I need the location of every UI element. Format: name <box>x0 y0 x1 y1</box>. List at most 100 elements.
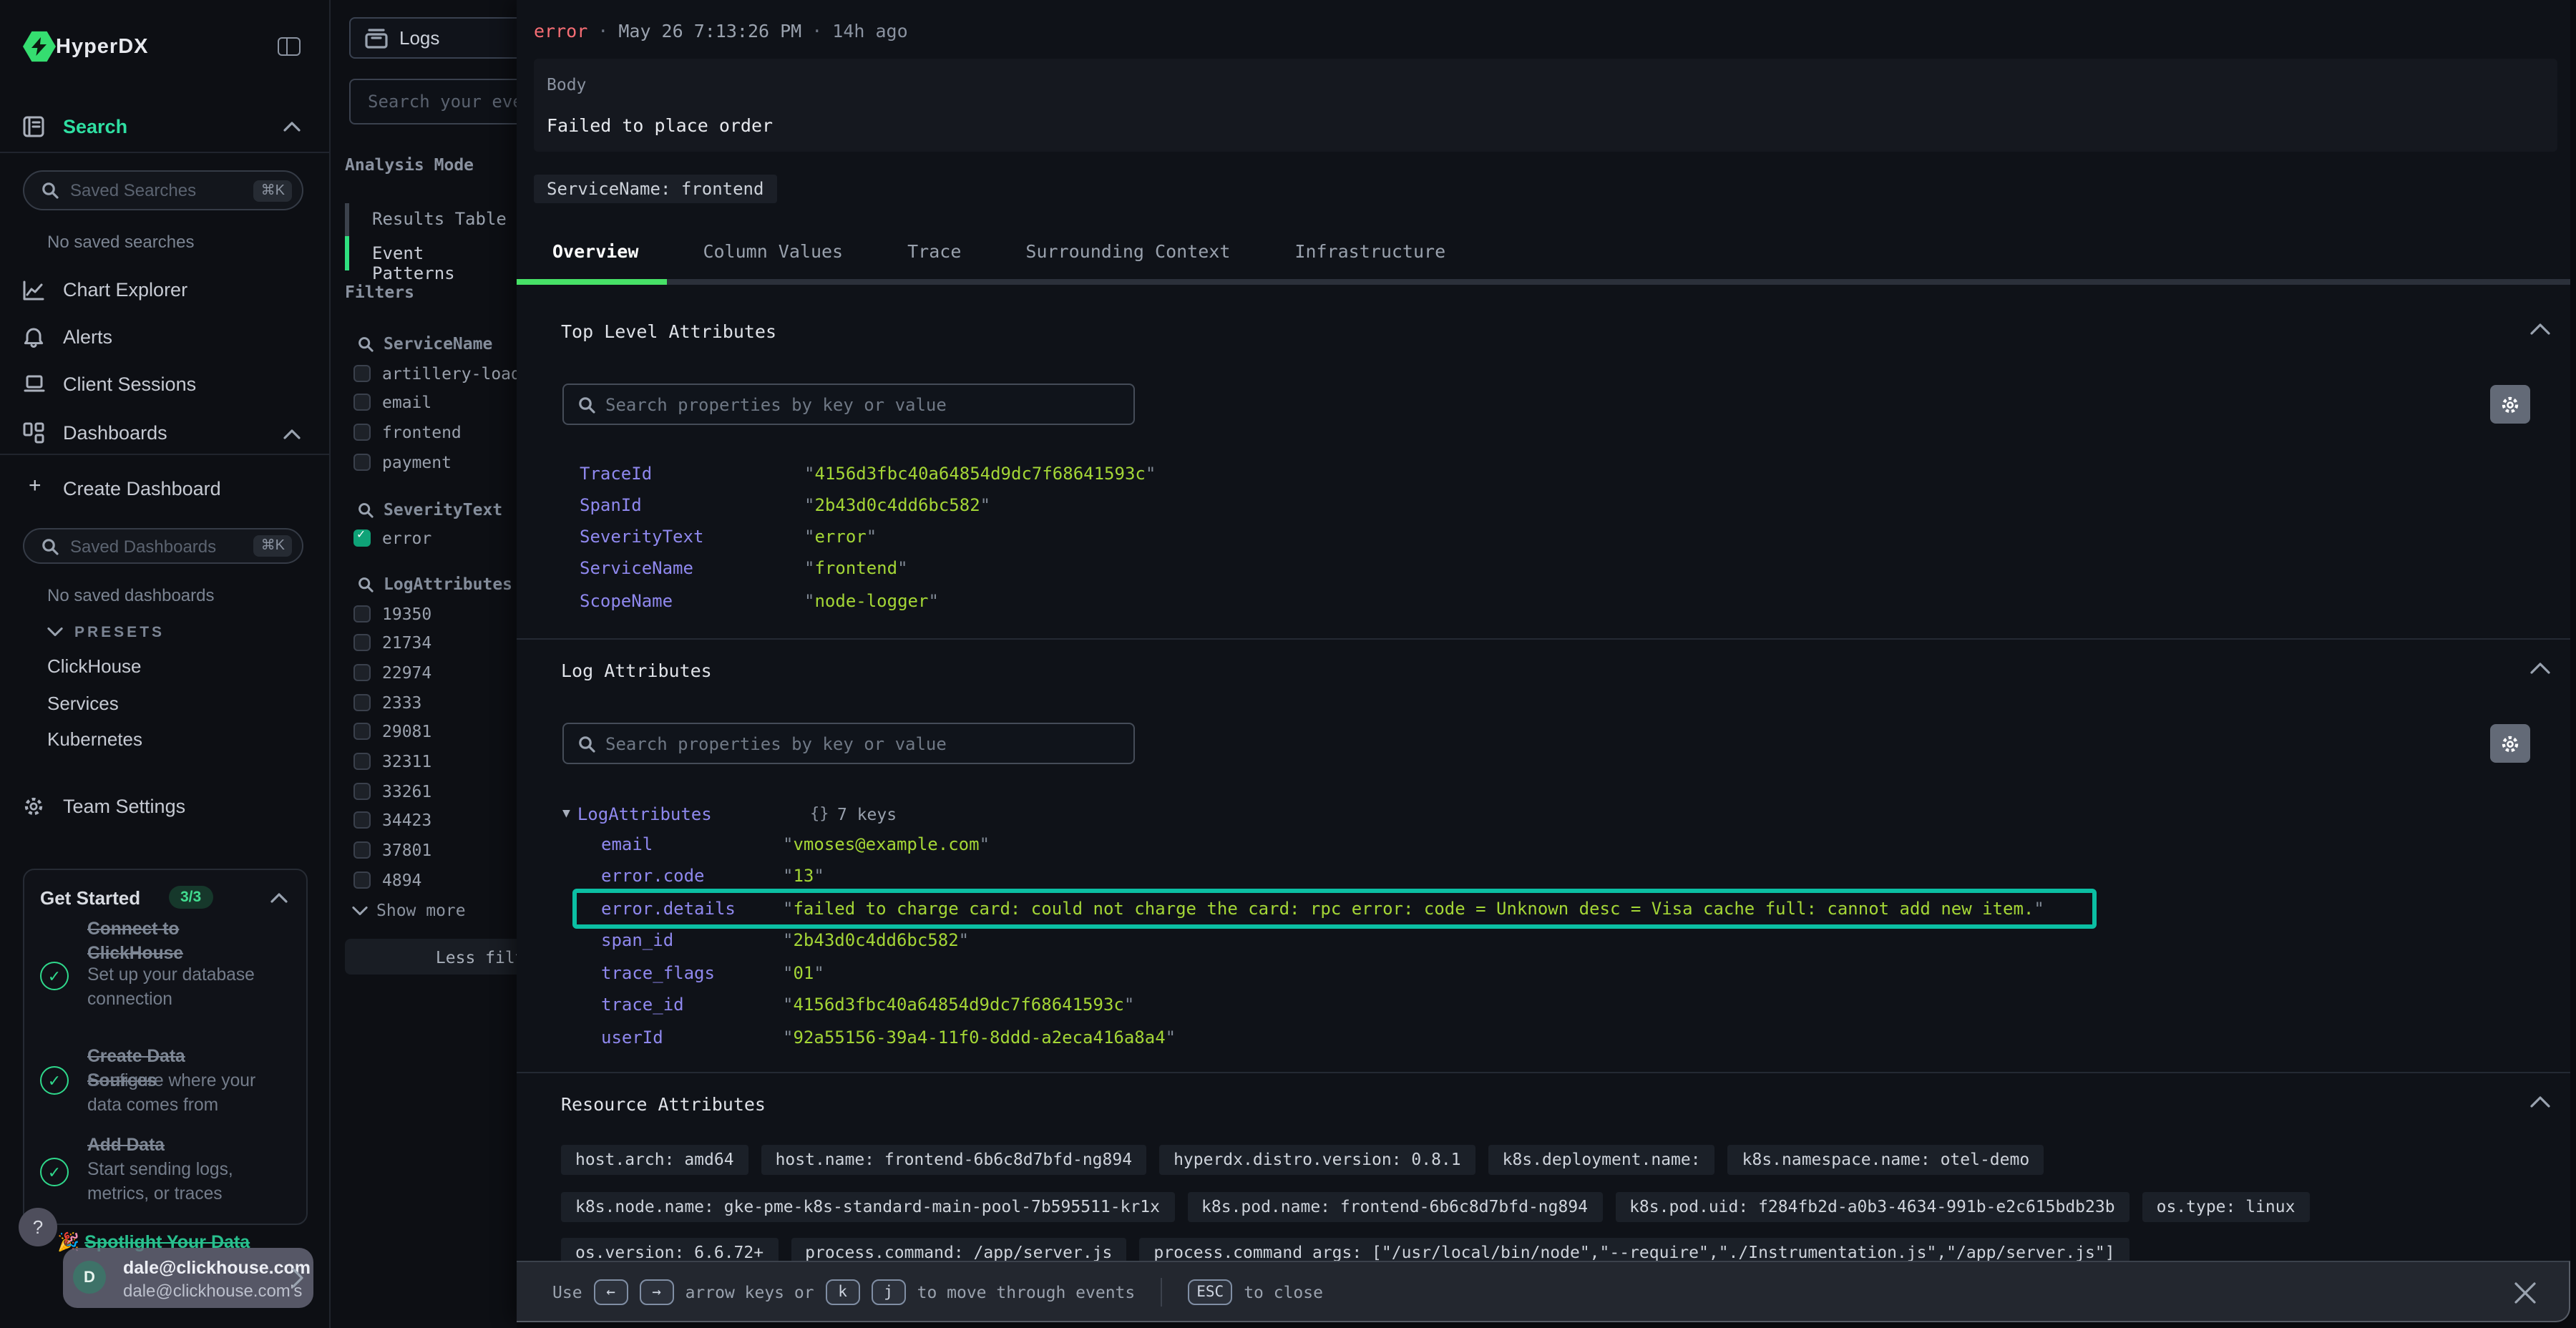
root-key[interactable]: LogAttributes <box>577 804 712 824</box>
collapse-triangle-icon[interactable]: ▼ <box>562 806 570 821</box>
attribute-row[interactable]: trace_id "4156d3fbc40a64854d9dc7f6864159… <box>574 992 2556 1017</box>
attribute-value[interactable]: "node-logger" <box>804 590 939 610</box>
k-key[interactable]: k <box>826 1279 860 1304</box>
attribute-key[interactable]: ScopeName <box>574 590 804 610</box>
checkbox[interactable] <box>353 871 371 888</box>
checkbox[interactable] <box>353 364 371 381</box>
sidebar-item-chart-explorer[interactable]: Chart Explorer <box>0 278 329 302</box>
attribute-key[interactable]: SpanId <box>574 495 804 515</box>
checkbox[interactable] <box>353 693 371 711</box>
service-name-chip[interactable]: ServiceName: frontend <box>534 175 776 203</box>
resource-attribute-chip[interactable]: host.arch: amd64 <box>561 1145 748 1175</box>
attribute-key[interactable]: TraceId <box>574 464 804 484</box>
sidebar-item-alerts[interactable]: Alerts <box>0 325 329 349</box>
attribute-row[interactable]: ScopeName "node-logger" <box>574 588 2556 613</box>
search-icon[interactable] <box>358 336 374 351</box>
attribute-value[interactable]: "failed to charge card: could not charge… <box>783 899 2044 919</box>
attribute-row[interactable]: trace_flags "01" <box>574 960 2556 985</box>
collapse-section-chevron-icon[interactable] <box>2529 322 2552 336</box>
collapse-section-chevron-icon[interactable] <box>2529 1095 2552 1109</box>
attribute-key[interactable]: email <box>574 834 783 854</box>
filter-option[interactable]: 37801 <box>353 839 431 861</box>
attribute-key[interactable]: span_id <box>574 931 783 951</box>
attribute-row[interactable]: email "vmoses@example.com" <box>574 831 2556 856</box>
checkbox[interactable] <box>353 664 371 681</box>
checkbox[interactable] <box>353 634 371 651</box>
search-icon[interactable] <box>358 576 374 592</box>
filter-option[interactable]: 2333 <box>353 691 431 713</box>
filter-option[interactable]: artillery-loadgen <box>353 362 517 384</box>
create-dashboard-button[interactable]: + Create Dashboard <box>0 477 329 501</box>
attribute-value[interactable]: "4156d3fbc40a64854d9dc7f68641593c" <box>804 464 1156 484</box>
tab[interactable]: Column Values <box>703 240 843 262</box>
saved-dashboards-input[interactable]: Saved Dashboards ⌘K <box>23 528 303 564</box>
preset-dashboard-item[interactable]: Services <box>47 692 142 713</box>
attribute-value[interactable]: "01" <box>783 963 824 983</box>
search-icon[interactable] <box>358 502 374 517</box>
attribute-key[interactable]: trace_id <box>574 995 783 1015</box>
top-level-settings-button[interactable] <box>2490 385 2530 424</box>
show-more-button[interactable]: Show more <box>352 900 466 920</box>
j-key[interactable]: j <box>872 1279 906 1304</box>
collapse-section-chevron-icon[interactable] <box>2529 661 2552 675</box>
presets-toggle[interactable]: PRESETS <box>0 621 329 643</box>
sidebar-item-team-settings[interactable]: Team Settings <box>0 794 329 819</box>
filter-option[interactable]: 33261 <box>353 780 431 801</box>
attribute-row[interactable]: ServiceName "frontend" <box>574 556 2556 581</box>
less-filters-button[interactable]: Less filters <box>345 939 517 975</box>
user-account-button[interactable]: D dale@clickhouse.com dale@clickhouse.co… <box>63 1248 313 1308</box>
mode-results-table[interactable]: Results Table <box>372 209 507 229</box>
attribute-row[interactable]: userId "92a55156-39a4-11f0-8ddd-a2eca416… <box>574 1025 2556 1050</box>
checkbox[interactable] <box>353 424 371 441</box>
chevron-up-icon[interactable] <box>270 893 288 903</box>
attribute-row[interactable]: SpanId "2b43d0c4dd6bc582" <box>574 492 2556 517</box>
filter-option[interactable]: 34423 <box>353 810 431 831</box>
esc-key[interactable]: ESC <box>1188 1279 1232 1304</box>
checkbox[interactable] <box>353 753 371 770</box>
sidebar-item-dashboards[interactable]: Dashboards <box>0 421 329 445</box>
checkbox[interactable] <box>353 782 371 799</box>
mode-event-patterns[interactable]: Event Patterns <box>372 243 517 283</box>
checkbox[interactable] <box>353 723 371 741</box>
arrow-right-key[interactable]: → <box>640 1279 674 1304</box>
attribute-value[interactable]: "2b43d0c4dd6bc582" <box>804 495 990 515</box>
event-search-input[interactable] <box>351 80 517 123</box>
filter-option[interactable]: error <box>353 527 431 548</box>
checkbox[interactable] <box>353 841 371 859</box>
logattributes-root-row[interactable]: ▼ LogAttributes {} 7 keys <box>562 801 712 826</box>
source-select-button[interactable]: Logs <box>349 17 517 59</box>
log-attributes-search-input[interactable] <box>605 733 1133 753</box>
sidebar-item-search[interactable]: Search <box>0 113 329 139</box>
log-attributes-settings-button[interactable] <box>2490 724 2530 763</box>
filter-option[interactable]: payment <box>353 451 517 472</box>
resource-attribute-chip[interactable]: hyperdx.distro.version: 0.8.1 <box>1159 1145 1475 1175</box>
checkbox[interactable] <box>353 529 371 546</box>
resource-attribute-chip[interactable]: k8s.pod.uid: f284fb2d-a0b3-4634-991b-e2c… <box>1615 1192 2129 1222</box>
resource-attribute-chip[interactable]: k8s.deployment.name: <box>1488 1145 1715 1175</box>
sidebar-item-client-sessions[interactable]: Client Sessions <box>0 372 329 396</box>
filter-option[interactable]: 22974 <box>353 662 431 683</box>
attribute-value[interactable]: "4156d3fbc40a64854d9dc7f68641593c" <box>783 995 1134 1015</box>
attribute-value[interactable]: "frontend" <box>804 559 908 579</box>
preset-dashboard-item[interactable]: Kubernetes <box>47 728 142 750</box>
attribute-value[interactable]: "error" <box>804 527 877 547</box>
attribute-value[interactable]: "13" <box>783 866 824 887</box>
checkbox[interactable] <box>353 812 371 829</box>
attribute-value[interactable]: "92a55156-39a4-11f0-8ddd-a2eca416a8a4" <box>783 1027 1176 1048</box>
filter-option[interactable]: 21734 <box>353 632 431 653</box>
chevron-up-icon[interactable] <box>283 122 301 132</box>
attribute-key[interactable]: trace_flags <box>574 963 783 983</box>
attribute-row[interactable]: span_id "2b43d0c4dd6bc582" <box>574 928 2556 953</box>
resource-attribute-chip[interactable]: k8s.node.name: gke-pme-k8s-standard-main… <box>561 1192 1174 1222</box>
filter-option[interactable]: 32311 <box>353 751 431 772</box>
tab[interactable]: Surrounding Context <box>1025 240 1230 262</box>
filter-option[interactable]: email <box>353 391 517 413</box>
top-level-search-input[interactable] <box>605 394 1133 414</box>
attribute-value[interactable]: "vmoses@example.com" <box>783 834 990 854</box>
attribute-key[interactable]: error.code <box>574 866 783 887</box>
attribute-row[interactable]: error.details "failed to charge card: co… <box>574 896 2556 921</box>
resource-attribute-chip[interactable]: k8s.namespace.name: otel-demo <box>1728 1145 2044 1175</box>
checkbox[interactable] <box>353 453 371 470</box>
tab[interactable]: Infrastructure <box>1294 240 1445 262</box>
attribute-key[interactable]: SeverityText <box>574 527 804 547</box>
